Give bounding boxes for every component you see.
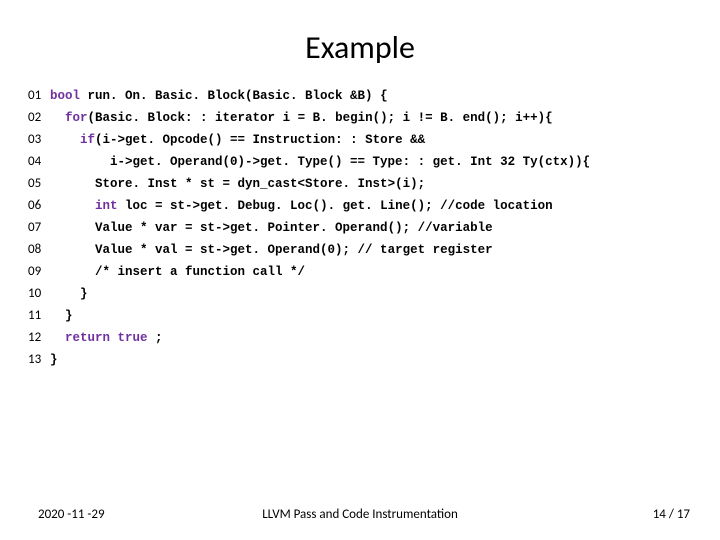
code-line: 03 if(i->get. Opcode() == Instruction: :… [28, 129, 700, 151]
code-line: 01bool run. On. Basic. Block(Basic. Bloc… [28, 85, 700, 107]
code-line: 10 } [28, 283, 700, 305]
code-text: bool run. On. Basic. Block(Basic. Block … [50, 85, 388, 107]
code-text: Value * var = st->get. Pointer. Operand(… [50, 217, 493, 239]
line-number: 08 [28, 239, 50, 261]
code-text: /* insert a function call */ [50, 261, 305, 283]
code-line: 05 Store. Inst * st = dyn_cast<Store. In… [28, 173, 700, 195]
page-total: 17 [677, 507, 690, 522]
page-indicator: 14 / 17 [653, 507, 690, 522]
code-text: } [50, 349, 58, 371]
code-text: if(i->get. Opcode() == Instruction: : St… [50, 129, 425, 151]
code-text: for(Basic. Block: : iterator i = B. begi… [50, 107, 553, 129]
footer: 2020 -11 -29 LLVM Pass and Code Instrume… [0, 507, 720, 522]
line-number: 09 [28, 261, 50, 283]
line-number: 10 [28, 283, 50, 305]
line-number: 03 [28, 129, 50, 151]
code-text: } [50, 305, 73, 327]
line-number: 12 [28, 327, 50, 349]
code-line: 11 } [28, 305, 700, 327]
code-text: } [50, 283, 88, 305]
line-number: 02 [28, 107, 50, 129]
code-line: 06 int loc = st->get. Debug. Loc(). get.… [28, 195, 700, 217]
code-line: 13} [28, 349, 700, 371]
code-line: 12 return true ; [28, 327, 700, 349]
footer-date: 2020 -11 -29 [38, 507, 105, 522]
line-number: 04 [28, 151, 50, 173]
code-text: Store. Inst * st = dyn_cast<Store. Inst>… [50, 173, 425, 195]
code-block: 01bool run. On. Basic. Block(Basic. Bloc… [0, 85, 720, 371]
code-line: 09 /* insert a function call */ [28, 261, 700, 283]
line-number: 07 [28, 217, 50, 239]
code-text: Value * val = st->get. Operand(0); // ta… [50, 239, 493, 261]
line-number: 13 [28, 349, 50, 371]
code-line: 02 for(Basic. Block: : iterator i = B. b… [28, 107, 700, 129]
code-line: 04 i->get. Operand(0)->get. Type() == Ty… [28, 151, 700, 173]
line-number: 01 [28, 85, 50, 107]
code-line: 08 Value * val = st->get. Operand(0); //… [28, 239, 700, 261]
slide-title: Example [0, 0, 720, 85]
page-sep: / [666, 507, 677, 522]
line-number: 06 [28, 195, 50, 217]
code-text: int loc = st->get. Debug. Loc(). get. Li… [50, 195, 553, 217]
footer-title: LLVM Pass and Code Instrumentation [262, 507, 458, 522]
code-text: return true ; [50, 327, 163, 349]
code-text: i->get. Operand(0)->get. Type() == Type:… [50, 151, 590, 173]
line-number: 05 [28, 173, 50, 195]
page-current: 14 [653, 507, 666, 522]
line-number: 11 [28, 305, 50, 327]
code-line: 07 Value * var = st->get. Pointer. Opera… [28, 217, 700, 239]
